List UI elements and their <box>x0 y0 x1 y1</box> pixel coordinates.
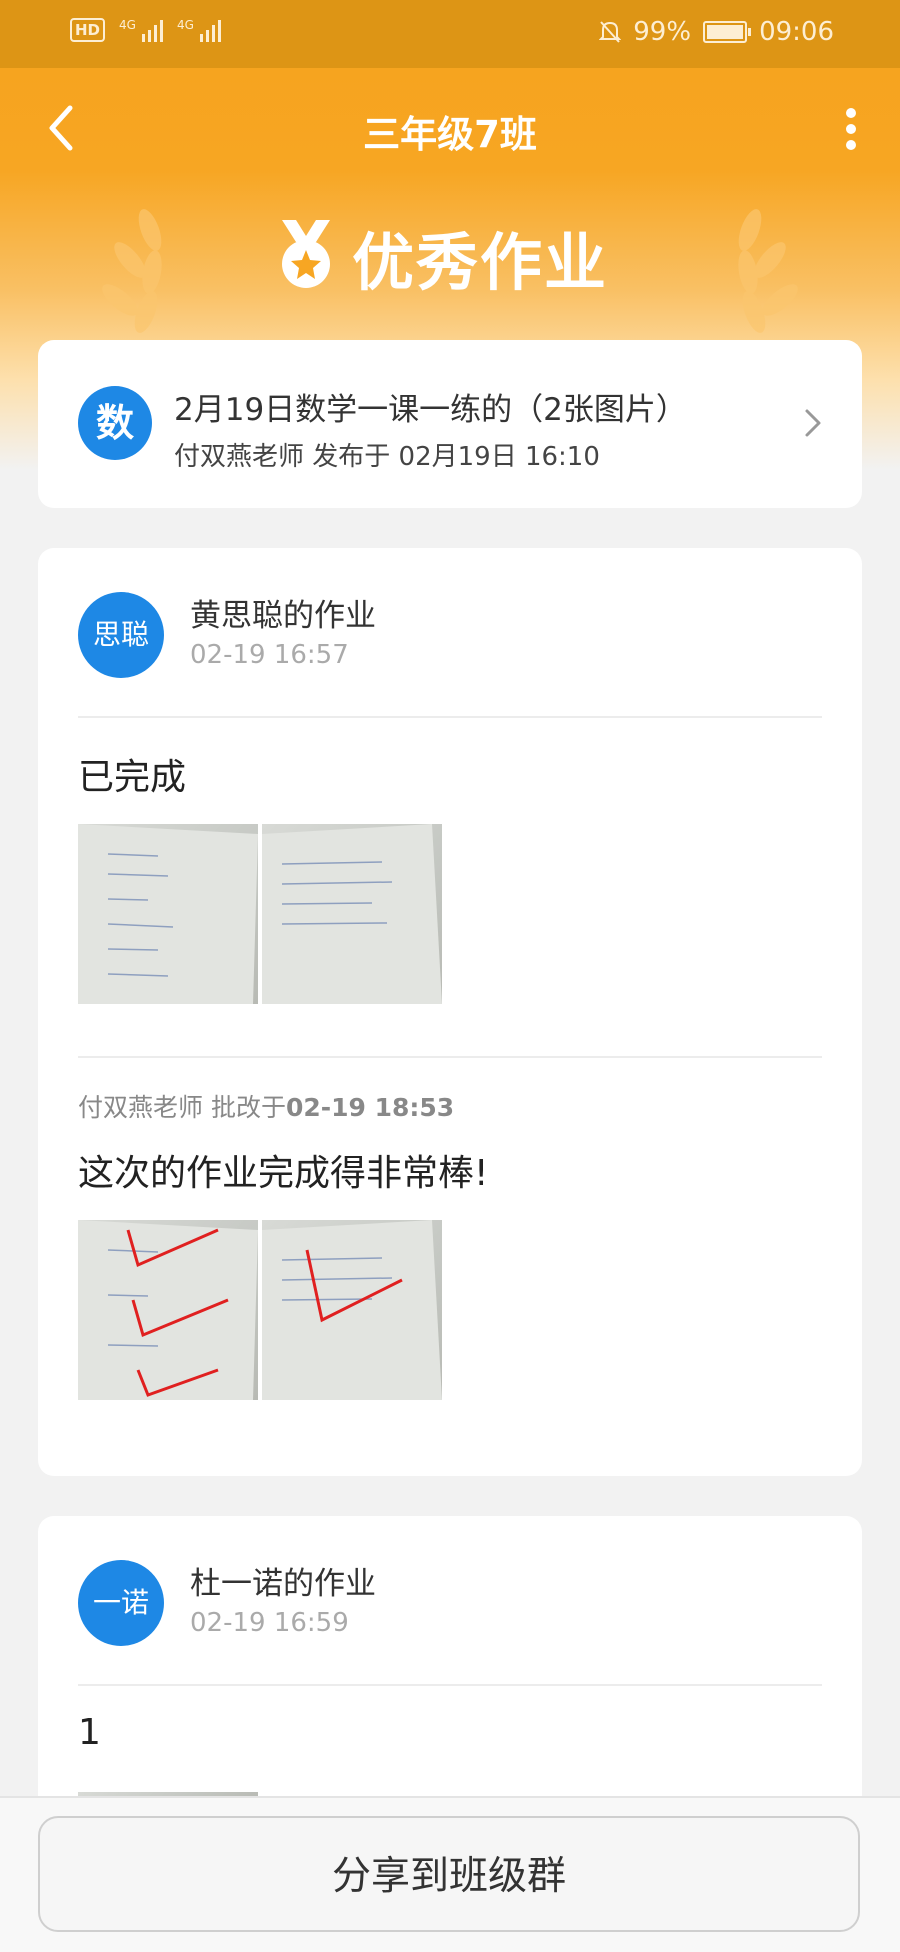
review-meta: 付双燕老师 批改于02-19 18:53 <box>78 1093 455 1122</box>
submission-card: 思聪 黄思聪的作业 02-19 16:57 已完成 付双燕老师 批改于02-19… <box>38 548 862 1476</box>
homework-photo[interactable] <box>262 824 442 1004</box>
signal-icon: 4G <box>119 18 163 42</box>
subject-badge: 数 <box>78 386 152 460</box>
banner-title: 优秀作业 <box>352 226 609 299</box>
clock: 09:06 <box>759 17 834 47</box>
mute-bell-icon <box>599 21 622 43</box>
assignment-title: 2月19日数学一课一练的（2张图片） <box>174 392 687 428</box>
avatar[interactable]: 一诺 <box>78 1560 164 1646</box>
student-name: 黄思聪的作业 <box>190 598 376 634</box>
divider <box>78 1056 822 1058</box>
divider <box>78 1684 822 1686</box>
student-name: 杜一诺的作业 <box>190 1566 376 1602</box>
nav-bar: 三年级7班 <box>0 68 900 188</box>
battery-icon <box>703 21 752 43</box>
review-comment: 这次的作业完成得非常棒! <box>78 1153 489 1194</box>
submit-time: 02-19 16:57 <box>190 640 349 670</box>
medal-icon <box>282 220 330 288</box>
hd-indicator: HD <box>70 18 106 42</box>
submit-time: 02-19 16:59 <box>190 1608 349 1638</box>
status-bar: HD 4G 4G 99% 09:06 <box>0 0 900 68</box>
graded-photo[interactable] <box>78 1220 258 1400</box>
divider <box>78 716 822 718</box>
assignment-subtitle: 付双燕老师 发布于 02月19日 16:10 <box>174 442 600 472</box>
submission-content: 已完成 <box>78 757 187 798</box>
submission-content: 1 <box>78 1712 101 1753</box>
page-title: 三年级7班 <box>363 113 537 156</box>
homework-photo[interactable] <box>78 824 258 1004</box>
bottom-bar: 分享到班级群 <box>0 1796 900 1952</box>
wheat-right-icon <box>738 209 798 333</box>
battery-percent: 99% <box>633 17 692 47</box>
chevron-right-icon <box>805 409 821 437</box>
wheat-left-icon <box>102 209 162 333</box>
assignment-card[interactable]: 数 2月19日数学一课一练的（2张图片） 付双燕老师 发布于 02月19日 16… <box>38 340 862 508</box>
signal-icon-2: 4G <box>177 18 221 42</box>
share-to-class-group-button[interactable]: 分享到班级群 <box>38 1816 860 1932</box>
more-options-icon[interactable] <box>846 108 856 156</box>
avatar[interactable]: 思聪 <box>78 592 164 678</box>
review-time: 02-19 18:53 <box>285 1093 455 1122</box>
graded-photo[interactable] <box>262 1220 442 1400</box>
